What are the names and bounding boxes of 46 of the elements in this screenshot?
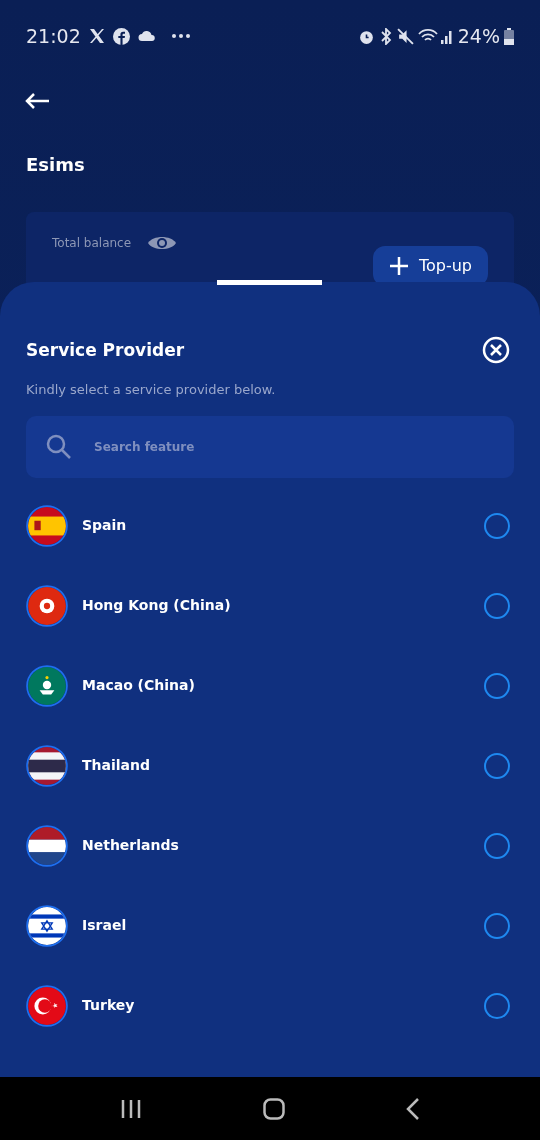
home-icon[interactable] (263, 1097, 285, 1120)
provider-name[interactable]: Spain (82, 515, 470, 536)
sheet-subtitle: Kindly select a service provider below. (26, 381, 277, 399)
bluetooth-icon (378, 27, 393, 45)
flag-icon (26, 984, 68, 1027)
search-field[interactable]: Search feature (26, 415, 514, 478)
flag-icon (26, 584, 68, 627)
mute-icon (396, 27, 414, 45)
provider-name[interactable]: Turkey (82, 995, 470, 1016)
recent-apps-icon[interactable] (120, 1098, 143, 1119)
search-icon (46, 433, 72, 460)
flag-icon (26, 744, 68, 787)
provider-name[interactable]: Israel (82, 915, 470, 936)
radio-button[interactable] (484, 912, 510, 939)
radio-button[interactable] (484, 512, 510, 539)
close-icon[interactable] (482, 336, 510, 364)
facebook-icon (112, 27, 130, 45)
radio-button[interactable] (484, 592, 510, 619)
back-icon[interactable] (405, 1097, 420, 1120)
radio-button[interactable] (484, 672, 510, 699)
drag-handle[interactable] (217, 280, 322, 285)
provider-name[interactable]: Hong Kong (China) (82, 595, 470, 616)
flag-icon (26, 504, 68, 547)
back-arrow-icon[interactable] (24, 91, 50, 110)
flag-icon (26, 904, 68, 947)
battery-icon (504, 27, 514, 45)
provider-name[interactable]: Thailand (82, 755, 470, 776)
flag-icon (26, 824, 68, 867)
page-title: Esims (26, 154, 86, 176)
eye-icon[interactable] (147, 234, 178, 252)
balance-label: Total balance (52, 235, 132, 252)
more-icon (171, 34, 190, 38)
radio-button[interactable] (484, 832, 510, 859)
cloud-icon (137, 30, 156, 42)
x-logo-icon (88, 28, 105, 44)
search-field[interactable]: Search feature (92, 436, 494, 457)
wifi-signal-icon (417, 27, 454, 45)
flag-icon (26, 664, 68, 707)
sheet-title: Service Provider (26, 339, 185, 361)
provider-name[interactable]: Macao (China) (82, 675, 470, 696)
plus-icon (388, 256, 409, 276)
radio-button[interactable] (484, 992, 510, 1019)
radio-button[interactable] (484, 752, 510, 779)
provider-name[interactable]: Netherlands (82, 835, 470, 856)
status-time: 21:02 (26, 23, 81, 49)
battery-percent: 24% (457, 23, 500, 49)
